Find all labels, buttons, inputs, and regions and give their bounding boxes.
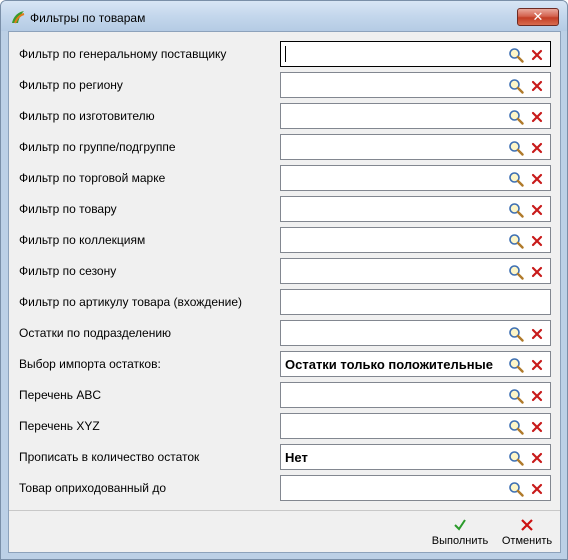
filter-value: Нет xyxy=(285,450,308,465)
magnifier-icon[interactable] xyxy=(508,450,524,466)
filter-field[interactable] xyxy=(280,413,551,439)
filter-row: Фильтр по торговой марке xyxy=(9,163,560,194)
filter-row: Фильтр по генеральному поставщику xyxy=(9,39,560,70)
filter-label: Остатки по подразделению xyxy=(19,326,172,340)
magnifier-icon[interactable] xyxy=(508,202,524,218)
filter-value: Остатки только положительные xyxy=(285,357,493,372)
filters-dialog: Фильтры по товарам ✕ Фильтр по генеральн… xyxy=(0,0,568,560)
filter-label: Фильтр по региону xyxy=(19,78,123,92)
magnifier-icon[interactable] xyxy=(508,481,524,497)
cancel-x-icon xyxy=(521,519,533,531)
filter-label: Перечень XYZ xyxy=(19,419,100,433)
filter-label: Прописать в количество остаток xyxy=(19,450,200,464)
magnifier-icon[interactable] xyxy=(508,233,524,249)
magnifier-icon[interactable] xyxy=(508,419,524,435)
filter-field[interactable] xyxy=(280,227,551,253)
magnifier-icon[interactable] xyxy=(508,47,524,63)
app-logo-icon xyxy=(12,11,25,24)
filter-label: Фильтр по артикулу товара (вхождение) xyxy=(19,295,243,309)
filter-label: Фильтр по изготовителю xyxy=(19,109,155,123)
clear-x-icon[interactable] xyxy=(529,140,545,156)
clear-x-icon[interactable] xyxy=(529,47,545,63)
clear-x-icon[interactable] xyxy=(529,109,545,125)
dialog-body: Фильтр по генеральному поставщику Фильтр … xyxy=(8,31,561,553)
filter-row: Фильтр по региону xyxy=(9,70,560,101)
filter-row: Фильтр по артикулу товара (вхождение) xyxy=(9,287,560,318)
filter-label: Фильтр по сезону xyxy=(19,264,117,278)
filter-label: Фильтр по товару xyxy=(19,202,117,216)
filter-row: Перечень ABC xyxy=(9,380,560,411)
filter-field[interactable] xyxy=(280,72,551,98)
filter-field[interactable] xyxy=(280,41,551,67)
filter-field[interactable] xyxy=(280,258,551,284)
execute-label: Выполнить xyxy=(431,535,489,547)
filter-field[interactable] xyxy=(280,196,551,222)
clear-x-icon[interactable] xyxy=(529,481,545,497)
clear-x-icon[interactable] xyxy=(529,171,545,187)
clear-x-icon[interactable] xyxy=(529,388,545,404)
clear-x-icon[interactable] xyxy=(529,233,545,249)
filter-row: Перечень XYZ xyxy=(9,411,560,442)
filter-row: Фильтр по изготовителю xyxy=(9,101,560,132)
magnifier-icon[interactable] xyxy=(508,326,524,342)
filter-label: Перечень ABC xyxy=(19,388,102,402)
filter-field[interactable] xyxy=(280,165,551,191)
filter-label: Фильтр по группе/подгруппе xyxy=(19,140,176,154)
magnifier-icon[interactable] xyxy=(508,171,524,187)
filter-row: Товар оприходованный до xyxy=(9,473,560,504)
dialog-footer: Выполнить Отменить xyxy=(9,510,560,553)
cancel-label: Отменить xyxy=(501,535,553,547)
filter-label: Фильтр по коллекциям xyxy=(19,233,146,247)
title-bar: Фильтры по товарам ✕ xyxy=(1,1,567,31)
filter-field[interactable] xyxy=(280,103,551,129)
filter-row: Фильтр по группе/подгруппе xyxy=(9,132,560,163)
close-icon: ✕ xyxy=(532,9,544,24)
magnifier-icon[interactable] xyxy=(508,264,524,280)
filter-field[interactable] xyxy=(280,289,551,315)
filter-label: Выбор импорта остатков: xyxy=(19,357,161,371)
clear-x-icon[interactable] xyxy=(529,264,545,280)
filter-label: Фильтр по торговой марке xyxy=(19,171,166,185)
cancel-button[interactable]: Отменить xyxy=(497,517,557,551)
filter-field[interactable] xyxy=(280,475,551,501)
magnifier-icon[interactable] xyxy=(508,140,524,156)
clear-x-icon[interactable] xyxy=(529,78,545,94)
filter-field[interactable]: Остатки только положительные xyxy=(280,351,551,377)
window-title: Фильтры по товарам xyxy=(30,11,146,25)
filter-field[interactable] xyxy=(280,134,551,160)
magnifier-icon[interactable] xyxy=(508,109,524,125)
filter-row: Остатки по подразделению xyxy=(9,318,560,349)
clear-x-icon[interactable] xyxy=(529,202,545,218)
filter-label: Фильтр по генеральному поставщику xyxy=(19,47,227,61)
filter-row: Фильтр по коллекциям xyxy=(9,225,560,256)
clear-x-icon[interactable] xyxy=(529,450,545,466)
filter-field[interactable] xyxy=(280,382,551,408)
magnifier-icon[interactable] xyxy=(508,388,524,404)
magnifier-icon[interactable] xyxy=(508,357,524,373)
filter-row: Фильтр по сезону xyxy=(9,256,560,287)
filter-row: Выбор импорта остатков: Остатки только по… xyxy=(9,349,560,380)
checkmark-icon xyxy=(454,519,466,531)
execute-button[interactable]: Выполнить xyxy=(427,517,493,551)
filter-row: Фильтр по товару xyxy=(9,194,560,225)
filter-label: Товар оприходованный до xyxy=(19,481,166,495)
clear-x-icon[interactable] xyxy=(529,357,545,373)
filter-field[interactable]: Нет xyxy=(280,444,551,470)
text-caret xyxy=(285,46,286,62)
magnifier-icon[interactable] xyxy=(508,78,524,94)
filter-field[interactable] xyxy=(280,320,551,346)
clear-x-icon[interactable] xyxy=(529,326,545,342)
window-close-button[interactable]: ✕ xyxy=(517,8,559,26)
filter-row: Прописать в количество остаток Нет xyxy=(9,442,560,473)
clear-x-icon[interactable] xyxy=(529,419,545,435)
